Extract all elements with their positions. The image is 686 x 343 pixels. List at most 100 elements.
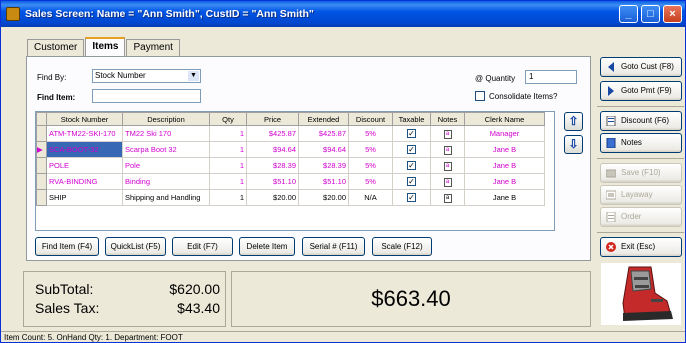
- cell-price[interactable]: $20.00: [246, 189, 299, 206]
- row-selector[interactable]: [36, 189, 47, 206]
- serial-button[interactable]: Serial # (F11): [302, 237, 365, 256]
- cell-clerk[interactable]: Jane B: [464, 189, 545, 206]
- close-button[interactable]: ×: [663, 5, 682, 23]
- row-selector[interactable]: [36, 157, 47, 174]
- cell-discount[interactable]: 5%: [348, 157, 393, 174]
- tab-items[interactable]: Items: [85, 37, 126, 56]
- notes-icon[interactable]: a: [443, 178, 452, 187]
- cell-discount[interactable]: 5%: [348, 125, 393, 142]
- col-discount[interactable]: Discount: [348, 112, 393, 126]
- cell-stock[interactable]: POLE: [46, 157, 123, 174]
- scale-button[interactable]: Scale (F12): [372, 237, 432, 256]
- taxable-checkbox[interactable]: ✓: [407, 193, 416, 202]
- goto-pmt-button[interactable]: Goto Pmt (F9): [600, 81, 682, 101]
- cell-qty[interactable]: 1: [209, 189, 247, 206]
- goto-cust-button[interactable]: Goto Cust (F8): [600, 57, 682, 77]
- col-stock-number[interactable]: Stock Number: [46, 112, 123, 126]
- cell-discount[interactable]: N/A: [348, 189, 393, 206]
- edit-button[interactable]: Edit (F7): [172, 237, 233, 256]
- quantity-input[interactable]: 1: [525, 70, 577, 84]
- order-button[interactable]: Order: [600, 207, 682, 227]
- row-selector[interactable]: ▶: [36, 141, 47, 158]
- cell-extended[interactable]: $20.00: [298, 189, 349, 206]
- cell-notes[interactable]: a: [430, 173, 465, 190]
- cell-price[interactable]: $51.10: [246, 173, 299, 190]
- find-item-button[interactable]: Find Item (F4): [35, 237, 99, 256]
- find-item-input[interactable]: [92, 89, 201, 103]
- tab-payment[interactable]: Payment: [126, 39, 180, 56]
- cell-desc[interactable]: Scarpa Boot 32: [122, 141, 210, 158]
- cell-clerk[interactable]: Manager: [464, 125, 545, 142]
- row-selector[interactable]: [36, 173, 47, 190]
- cell-qty[interactable]: 1: [209, 125, 247, 142]
- items-grid[interactable]: Stock Number Description Qty Price Exten…: [35, 111, 555, 231]
- table-row[interactable]: SHIP Shipping and Handling 1 $20.00 $20.…: [36, 189, 545, 206]
- cell-discount[interactable]: 5%: [348, 141, 393, 158]
- taxable-checkbox[interactable]: ✓: [407, 177, 416, 186]
- table-row[interactable]: ATM-TM22-SKI-170 TM22 Ski 170 1 $425.87 …: [36, 125, 545, 142]
- cell-desc[interactable]: Shipping and Handling: [122, 189, 210, 206]
- cell-price[interactable]: $94.64: [246, 141, 299, 158]
- delete-item-button[interactable]: Delete Item: [239, 237, 295, 256]
- notes-icon[interactable]: a: [443, 146, 452, 155]
- cell-extended[interactable]: $28.39: [298, 157, 349, 174]
- cell-notes[interactable]: a: [430, 125, 465, 142]
- cell-clerk[interactable]: Jane B: [464, 173, 545, 190]
- cell-qty[interactable]: 1: [209, 157, 247, 174]
- cell-notes[interactable]: a: [430, 157, 465, 174]
- find-by-select[interactable]: Stock Number ▼: [92, 69, 201, 83]
- consolidate-checkbox[interactable]: [475, 91, 485, 101]
- table-row[interactable]: ▶ SCA-BOOT-32 Scarpa Boot 32 1 $94.64 $9…: [36, 141, 545, 158]
- cell-taxable[interactable]: ✓: [392, 125, 431, 142]
- cell-extended[interactable]: $51.10: [298, 173, 349, 190]
- taxable-checkbox[interactable]: ✓: [407, 145, 416, 154]
- tab-customer[interactable]: Customer: [27, 39, 85, 56]
- cell-extended[interactable]: $94.64: [298, 141, 349, 158]
- notes-icon[interactable]: a: [443, 194, 452, 203]
- col-clerk-name[interactable]: Clerk Name: [464, 112, 545, 126]
- title-bar[interactable]: Sales Screen: Name = "Ann Smith", CustID…: [1, 1, 685, 27]
- col-qty[interactable]: Qty: [209, 112, 247, 126]
- cell-notes[interactable]: a: [430, 189, 465, 206]
- cell-stock[interactable]: ATM-TM22-SKI-170: [46, 125, 123, 142]
- col-price[interactable]: Price: [246, 112, 299, 126]
- taxable-checkbox[interactable]: ✓: [407, 129, 416, 138]
- cell-taxable[interactable]: ✓: [392, 173, 431, 190]
- notes-button[interactable]: Notes: [600, 133, 682, 153]
- cell-notes[interactable]: a: [430, 141, 465, 158]
- col-notes[interactable]: Notes: [430, 112, 465, 126]
- cell-taxable[interactable]: ✓: [392, 189, 431, 206]
- chevron-down-icon[interactable]: ▼: [188, 71, 199, 81]
- move-down-button[interactable]: ⇩: [564, 135, 583, 154]
- minimize-button[interactable]: _: [619, 5, 638, 23]
- table-row[interactable]: RVA-BINDING Binding 1 $51.10 $51.10 5% ✓…: [36, 173, 545, 190]
- save-button[interactable]: Save (F10): [600, 163, 682, 183]
- discount-button[interactable]: Discount (F6): [600, 111, 682, 131]
- col-description[interactable]: Description: [122, 112, 210, 126]
- cell-desc[interactable]: Pole: [122, 157, 210, 174]
- row-selector[interactable]: [36, 125, 47, 142]
- cell-taxable[interactable]: ✓: [392, 157, 431, 174]
- cell-desc[interactable]: TM22 Ski 170: [122, 125, 210, 142]
- cell-discount[interactable]: 5%: [348, 173, 393, 190]
- move-up-button[interactable]: ⇧: [564, 112, 583, 131]
- col-taxable[interactable]: Taxable: [392, 112, 431, 126]
- cell-clerk[interactable]: Jane B: [464, 157, 545, 174]
- cell-price[interactable]: $28.39: [246, 157, 299, 174]
- quicklist-button[interactable]: QuickList (F5): [105, 237, 166, 256]
- cell-taxable[interactable]: ✓: [392, 141, 431, 158]
- cell-stock[interactable]: SHIP: [46, 189, 123, 206]
- taxable-checkbox[interactable]: ✓: [407, 161, 416, 170]
- table-row[interactable]: POLE Pole 1 $28.39 $28.39 5% ✓ a Jane B: [36, 157, 545, 174]
- cell-stock[interactable]: SCA-BOOT-32: [46, 141, 123, 158]
- col-extended[interactable]: Extended: [298, 112, 349, 126]
- cell-clerk[interactable]: Jane B: [464, 141, 545, 158]
- exit-button[interactable]: Exit (Esc): [600, 237, 682, 257]
- maximize-button[interactable]: □: [641, 5, 660, 23]
- layaway-button[interactable]: Layaway: [600, 185, 682, 205]
- cell-qty[interactable]: 1: [209, 173, 247, 190]
- cell-extended[interactable]: $425.87: [298, 125, 349, 142]
- notes-icon[interactable]: a: [443, 162, 452, 171]
- cell-stock[interactable]: RVA-BINDING: [46, 173, 123, 190]
- notes-icon[interactable]: a: [443, 130, 452, 139]
